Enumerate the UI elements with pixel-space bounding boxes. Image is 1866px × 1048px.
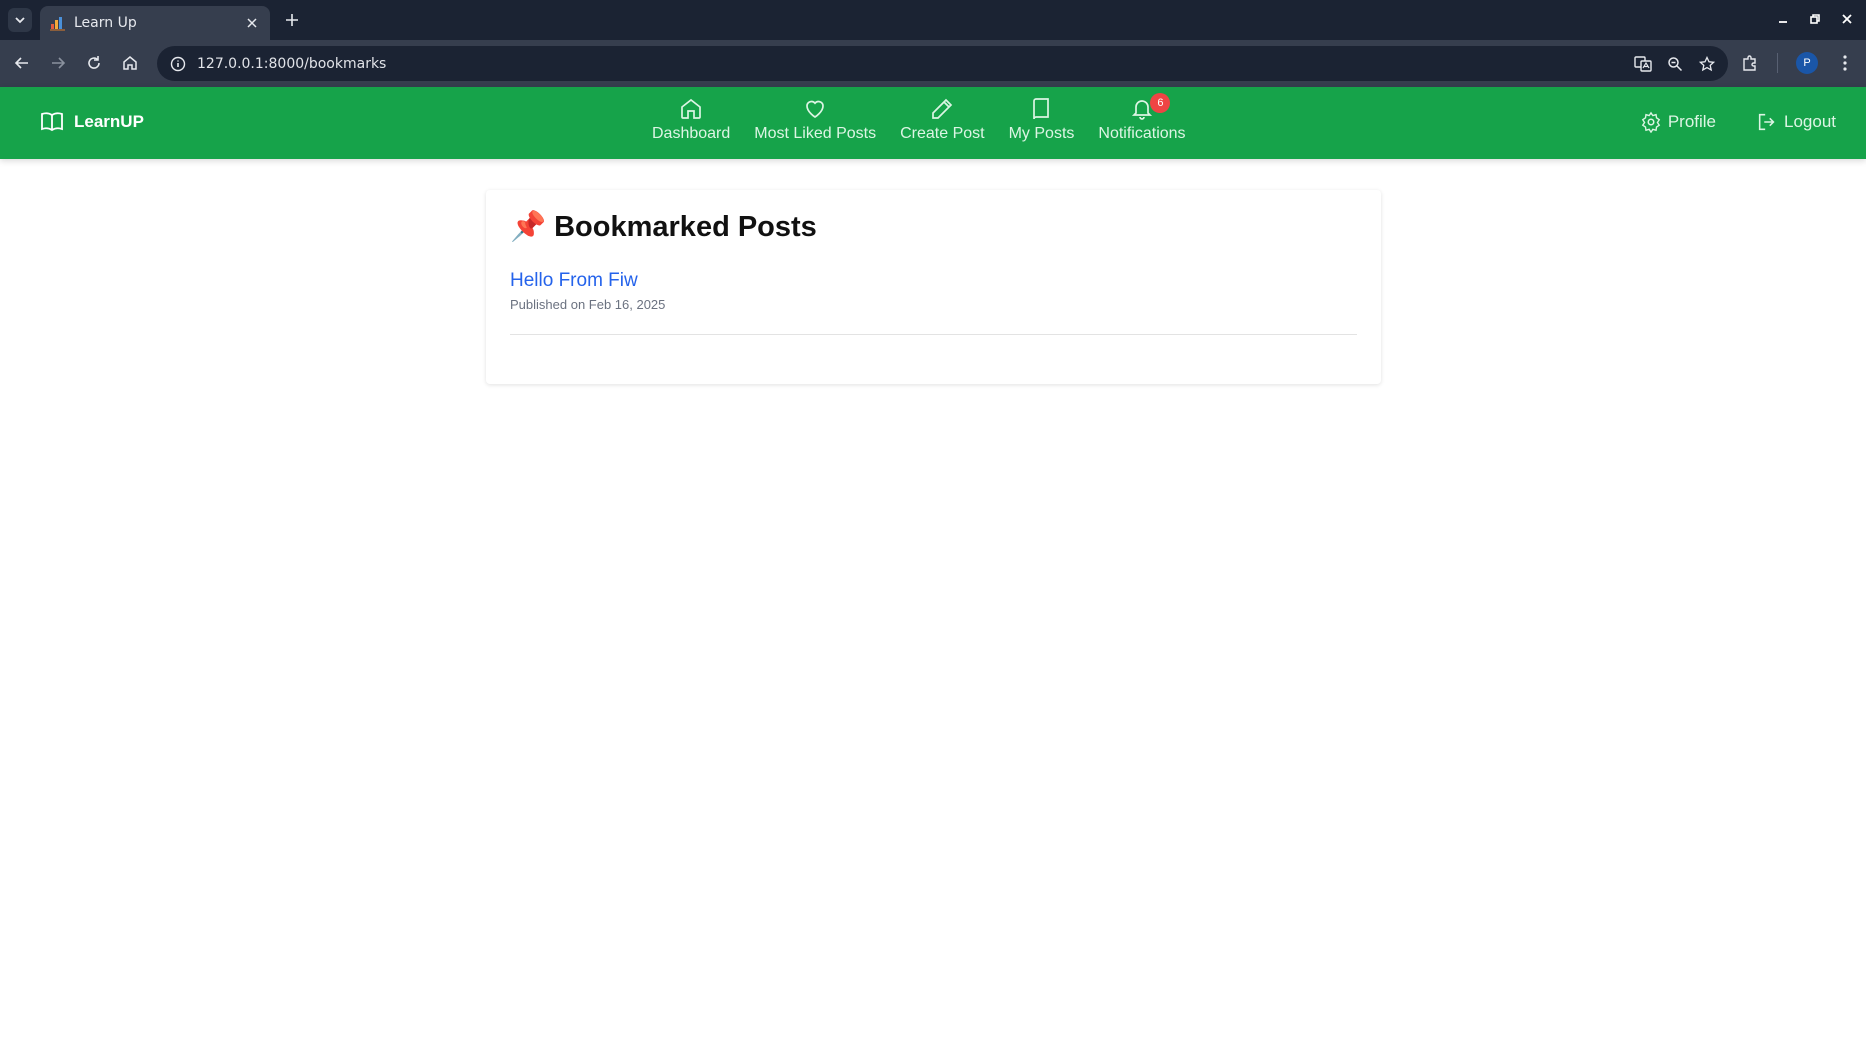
- toolbar-separator: [1777, 53, 1778, 73]
- tab-title: Learn Up: [74, 15, 137, 31]
- window-controls: [1772, 8, 1858, 30]
- page-title-text: Bookmarked Posts: [554, 210, 817, 243]
- nav-notifications[interactable]: 6 Notifications: [1098, 93, 1186, 143]
- profile-avatar[interactable]: P: [1796, 52, 1818, 74]
- close-window-button[interactable]: [1836, 8, 1858, 30]
- zoom-icon[interactable]: [1666, 55, 1684, 73]
- site-info-icon[interactable]: [169, 55, 187, 73]
- new-tab-button[interactable]: [282, 10, 302, 30]
- brand-link[interactable]: LearnUP: [40, 111, 144, 133]
- heart-icon: [806, 100, 825, 119]
- close-icon[interactable]: [244, 15, 260, 31]
- book-icon: [1033, 98, 1050, 120]
- forward-button[interactable]: [46, 51, 70, 75]
- translate-icon[interactable]: [1634, 55, 1652, 73]
- browser-tab-active[interactable]: Learn Up: [40, 6, 270, 40]
- extensions-icon[interactable]: [1741, 54, 1759, 72]
- user-nav: Profile Logout: [1640, 111, 1836, 133]
- nav-dashboard[interactable]: Dashboard: [652, 97, 730, 143]
- post-title-link[interactable]: Hello From Fiw: [510, 270, 1357, 292]
- favicon-icon: [50, 17, 65, 31]
- nav-my-posts[interactable]: My Posts: [1008, 97, 1075, 143]
- nav-most-liked-posts[interactable]: Most Liked Posts: [754, 97, 876, 143]
- logout-icon: [1758, 113, 1775, 131]
- address-bar[interactable]: 127.0.0.1:8000/bookmarks: [157, 46, 1728, 81]
- chevron-down-icon: [15, 17, 25, 24]
- back-button[interactable]: [10, 51, 34, 75]
- reload-button[interactable]: [82, 51, 106, 75]
- reload-icon: [88, 56, 100, 69]
- plus-icon: [286, 14, 298, 26]
- brand-name: LearnUP: [74, 112, 144, 131]
- notification-count-badge: 6: [1150, 93, 1171, 113]
- nav-profile-label: Profile: [1667, 112, 1716, 131]
- star-icon[interactable]: [1698, 55, 1716, 73]
- minimize-button[interactable]: [1772, 8, 1794, 30]
- nav-label: Create Post: [900, 125, 985, 142]
- main-nav: Dashboard Most Liked Posts Create Post M…: [652, 93, 1186, 143]
- nav-label: Dashboard: [652, 125, 731, 142]
- close-icon: [1842, 14, 1852, 24]
- home-icon: [123, 56, 137, 70]
- nav-logout-label: Logout: [1784, 112, 1836, 131]
- pushpin-icon: 📌: [510, 211, 547, 243]
- nav-label: My Posts: [1008, 125, 1075, 142]
- nav-logout[interactable]: Logout: [1756, 111, 1836, 133]
- arrow-left-icon: [14, 57, 28, 69]
- restore-icon: [1810, 14, 1820, 24]
- restore-button[interactable]: [1804, 8, 1826, 30]
- nav-label: Most Liked Posts: [754, 125, 877, 142]
- nav-profile[interactable]: Profile: [1640, 111, 1716, 133]
- app-navbar: LearnUP Dashboard Most Liked Posts Creat…: [0, 87, 1866, 159]
- browser-toolbar: 127.0.0.1:8000/bookmarks P: [0, 40, 1866, 87]
- minimize-icon: [1779, 21, 1787, 23]
- home-button[interactable]: [118, 51, 142, 75]
- post-published-date: Published on Feb 16, 2025: [510, 297, 666, 312]
- menu-kebab-icon[interactable]: [1836, 54, 1854, 72]
- nav-create-post[interactable]: Create Post: [900, 97, 985, 143]
- gear-icon: [1641, 111, 1661, 133]
- page-title: 📌 Bookmarked Posts: [510, 210, 1357, 244]
- browser-tabstrip: Learn Up: [0, 0, 1866, 40]
- url-text[interactable]: 127.0.0.1:8000/bookmarks: [197, 56, 1634, 72]
- bookmarks-card: 📌 Bookmarked Posts Hello From Fiw Publis…: [486, 190, 1381, 384]
- pencil-icon: [932, 98, 953, 119]
- open-book-icon: [41, 112, 63, 132]
- arrow-right-icon: [52, 57, 66, 69]
- list-item: Hello From Fiw Published on Feb 16, 2025: [510, 270, 1357, 335]
- tab-list-button[interactable]: [8, 8, 32, 32]
- home-icon: [681, 98, 701, 119]
- nav-label: Notifications: [1098, 125, 1186, 142]
